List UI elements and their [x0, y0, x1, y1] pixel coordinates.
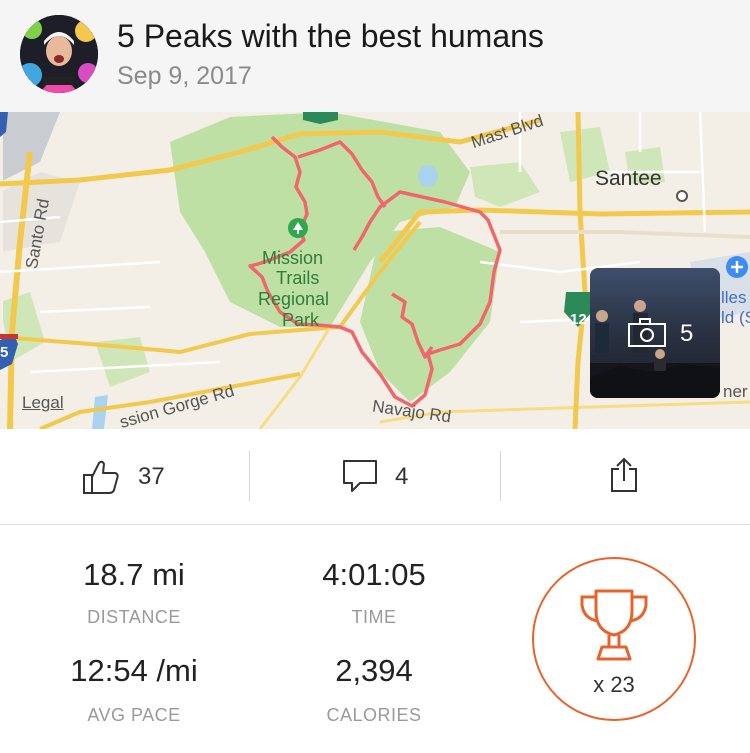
- highway-12-shield: 12: [570, 311, 587, 328]
- map-label-right-edge3: ner: [723, 382, 748, 401]
- pace-label: AVG PACE: [87, 705, 181, 725]
- athlete-avatar[interactable]: [20, 15, 98, 93]
- kudos-count: 37: [138, 463, 165, 490]
- share-button[interactable]: [500, 429, 750, 525]
- photo-count: 5: [680, 320, 694, 347]
- share-icon: [611, 457, 637, 492]
- highway-5-shield: 5: [0, 344, 9, 361]
- trophy-icon: [580, 589, 648, 661]
- achievements-button[interactable]: x 23: [532, 557, 696, 721]
- activity-date: Sep 9, 2017: [117, 62, 252, 90]
- map-label-right-edge1: lles: [721, 288, 747, 307]
- achievement-count: x 23: [593, 672, 635, 697]
- comments-button[interactable]: 4: [250, 429, 500, 525]
- kudos-button[interactable]: 37: [0, 429, 250, 525]
- map-label-park-line4: Park: [282, 310, 320, 330]
- comment-icon: [343, 460, 377, 492]
- distance-value: 18.7 mi: [83, 557, 185, 592]
- photo-gallery-button[interactable]: 5: [590, 268, 720, 398]
- map-label-park-line1: Mission: [262, 248, 324, 268]
- comment-count: 4: [395, 463, 409, 490]
- calories-value: 2,394: [335, 653, 413, 688]
- time-value: 4:01:05: [322, 557, 426, 592]
- pace-value: 12:54 /mi: [70, 653, 198, 688]
- camera-icon: [628, 318, 666, 347]
- route-map[interactable]: Mast Blvd Santee Santo Rd Mission Trails…: [0, 112, 750, 429]
- distance-label: DISTANCE: [87, 607, 181, 627]
- map-label-santee: Santee: [595, 167, 662, 190]
- map-label-park-line2: Trails: [276, 268, 320, 288]
- social-actions-bar: 37 4: [0, 429, 750, 525]
- map-legal-link[interactable]: Legal: [22, 393, 64, 413]
- time-label: TIME: [351, 607, 397, 627]
- calories-label: CALORIES: [326, 705, 422, 725]
- thumbs-up-icon: [83, 460, 119, 494]
- activity-title[interactable]: 5 Peaks with the best humans: [117, 18, 544, 55]
- map-label-park-line3: Regional: [258, 289, 330, 309]
- map-label-right-edge2: ld (S: [721, 308, 750, 327]
- activity-header: 5 Peaks with the best humans Sep 9, 2017: [0, 0, 750, 112]
